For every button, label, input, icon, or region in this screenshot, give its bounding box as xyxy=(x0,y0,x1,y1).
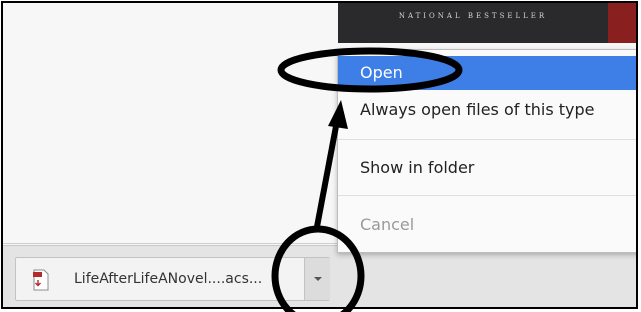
download-options-button[interactable] xyxy=(304,258,330,300)
menu-item-always-open[interactable]: Always open files of this type xyxy=(338,93,636,127)
menu-separator xyxy=(338,195,636,196)
browser-window: NATIONAL BESTSELLER LifeAfterLifeANovel.… xyxy=(1,1,638,309)
book-cover-accent xyxy=(608,3,636,43)
download-file-name: LifeAfterLifeANovel....acs... xyxy=(74,271,263,287)
menu-item-open[interactable]: Open xyxy=(338,56,636,90)
download-item[interactable]: LifeAfterLifeANovel....acs... xyxy=(15,257,330,301)
menu-separator xyxy=(338,139,636,140)
download-shelf: LifeAfterLifeANovel....acs... xyxy=(3,245,636,307)
menu-item-cancel: Cancel xyxy=(360,215,415,234)
menu-item-show-in-folder[interactable]: Show in folder xyxy=(338,151,636,185)
download-context-menu: Open Always open files of this type Show… xyxy=(337,49,636,253)
chevron-down-icon xyxy=(314,277,322,281)
pdf-file-icon xyxy=(32,269,50,291)
book-cover-banner: NATIONAL BESTSELLER xyxy=(338,3,608,43)
